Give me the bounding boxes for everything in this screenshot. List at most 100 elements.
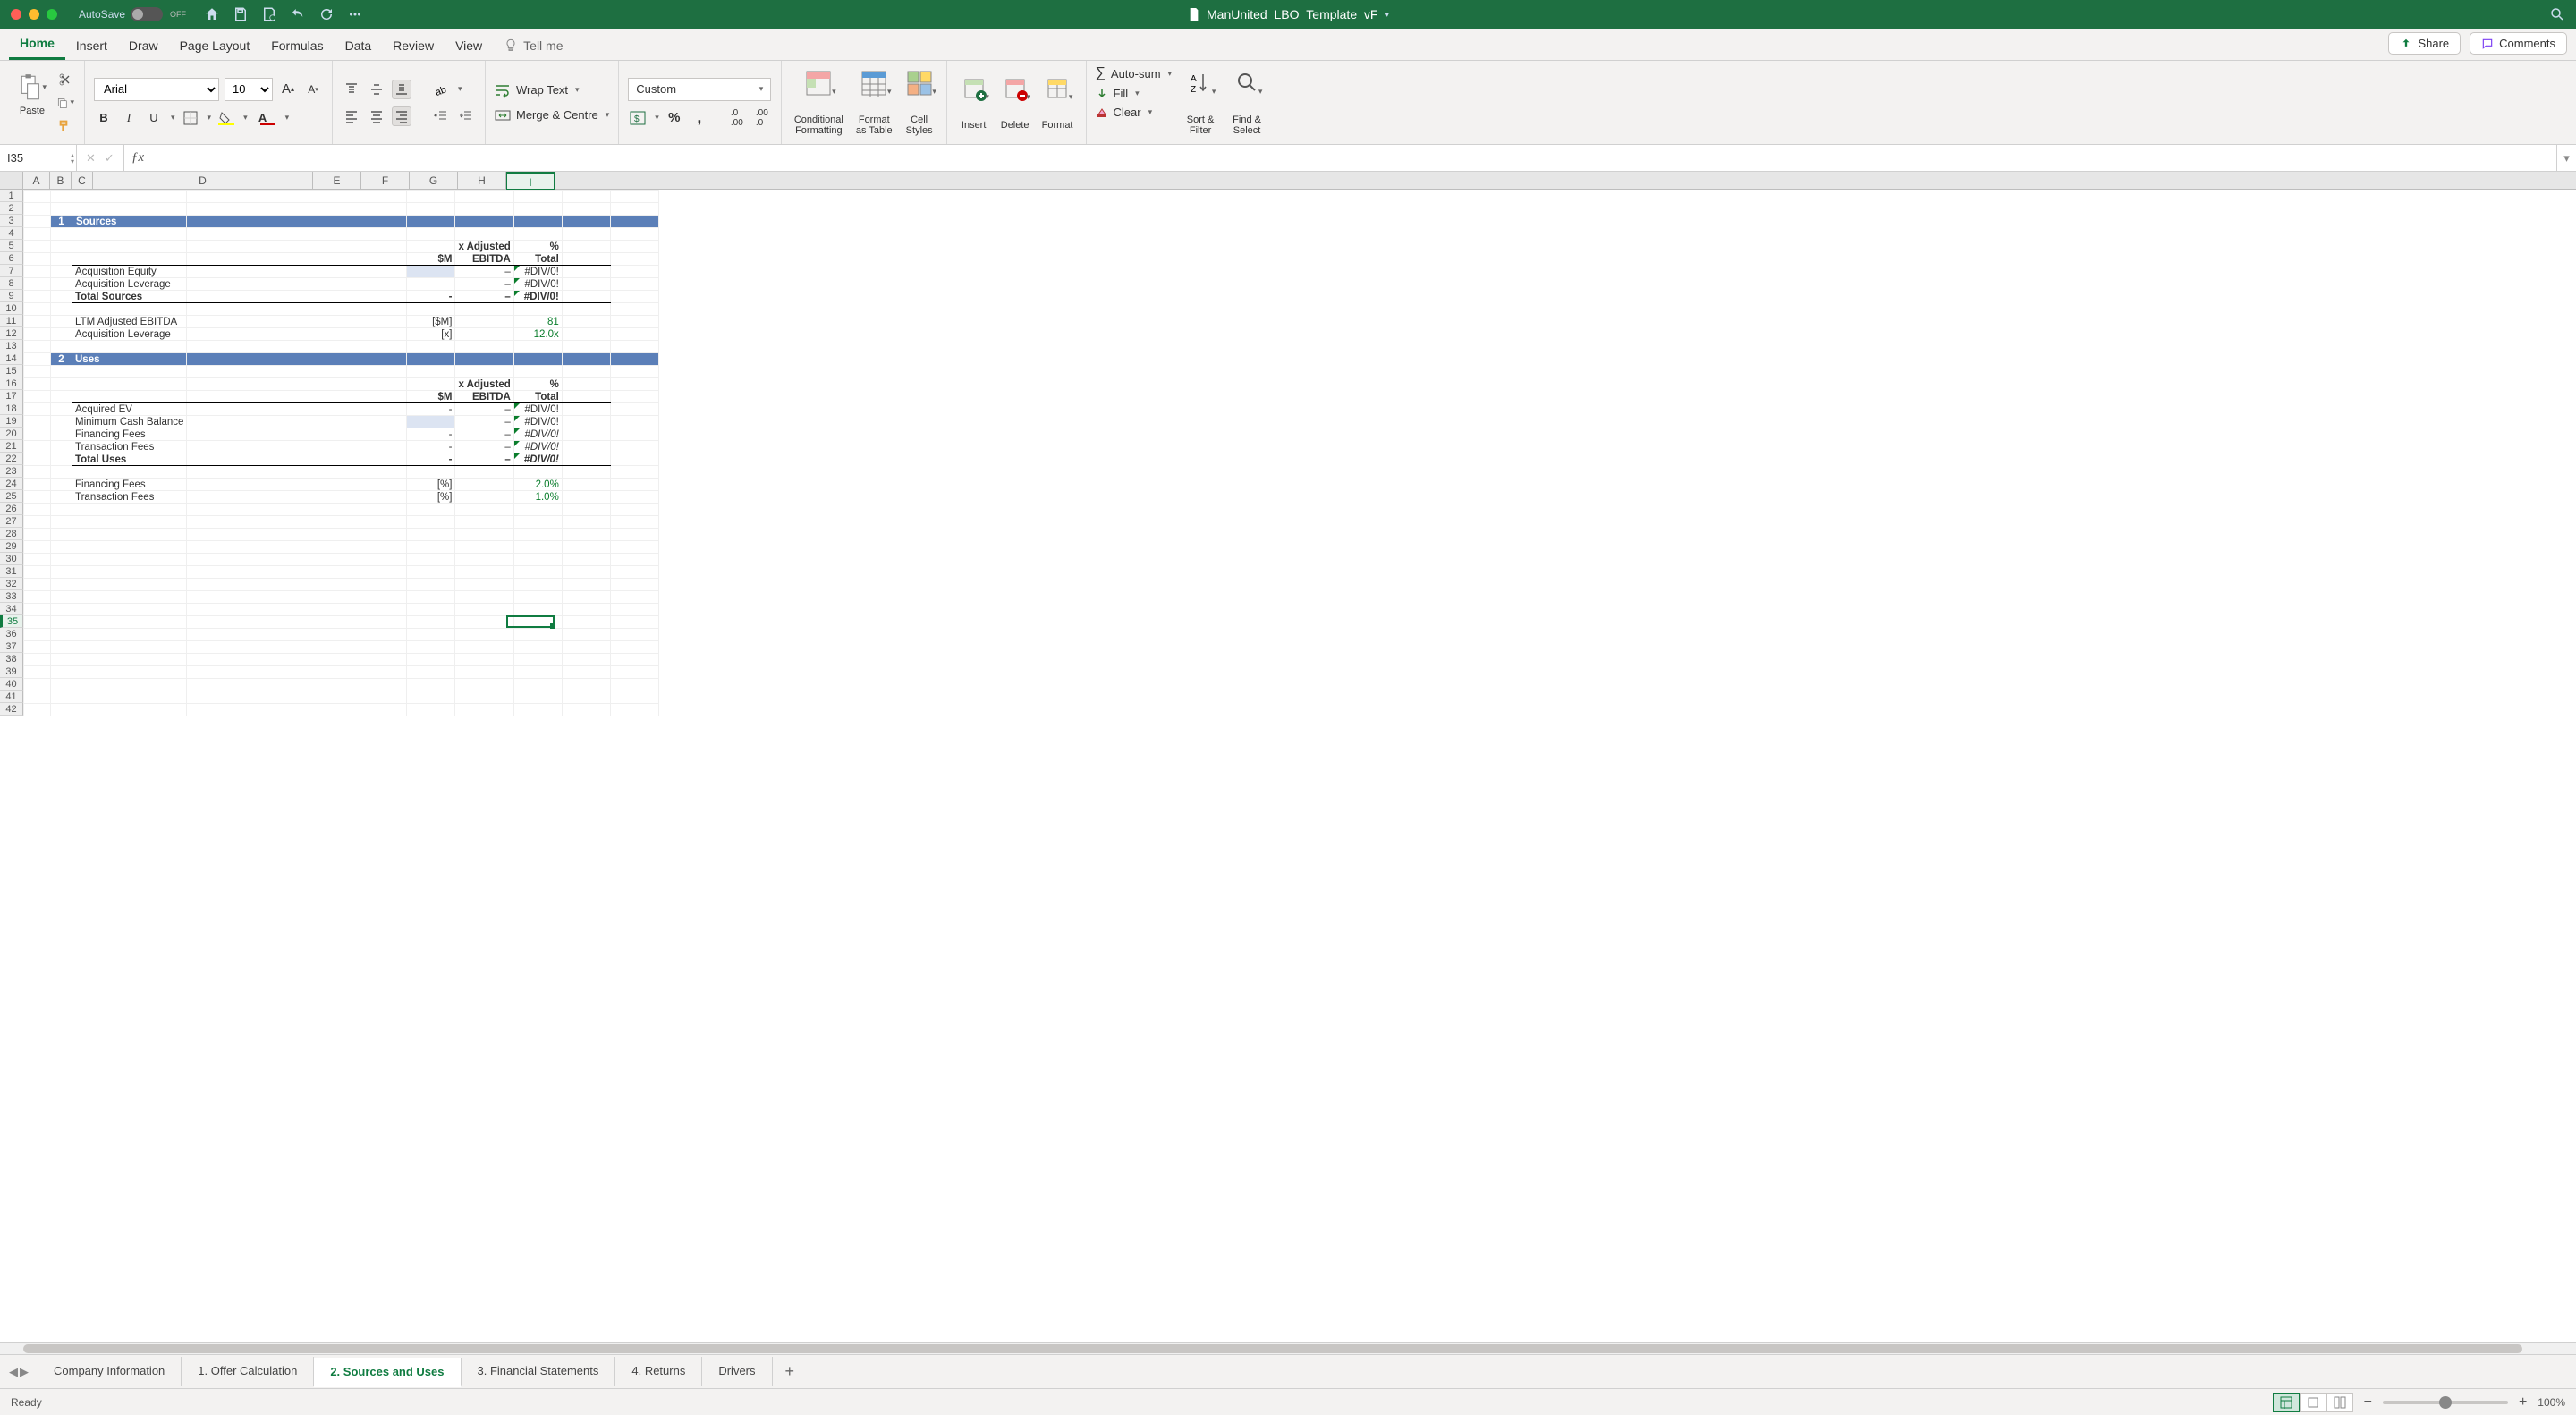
cell[interactable] — [24, 666, 51, 679]
col-header-F[interactable]: F — [361, 172, 410, 189]
cell[interactable] — [51, 403, 72, 416]
cell[interactable] — [187, 529, 407, 541]
cell[interactable] — [187, 191, 407, 203]
cell[interactable] — [562, 216, 610, 228]
cell[interactable] — [562, 704, 610, 716]
cell[interactable] — [72, 679, 187, 691]
row-header-19[interactable]: 19 — [0, 415, 23, 428]
cell[interactable] — [513, 191, 562, 203]
cell[interactable] — [455, 566, 513, 579]
cell[interactable]: - — [407, 453, 455, 466]
cell[interactable] — [24, 491, 51, 504]
italic-button[interactable]: I — [119, 108, 139, 128]
cell[interactable] — [513, 591, 562, 604]
cell[interactable] — [407, 416, 455, 428]
cell[interactable]: – — [455, 441, 513, 453]
cell[interactable] — [610, 353, 658, 366]
share-button[interactable]: Share — [2388, 32, 2461, 55]
cell[interactable] — [187, 466, 407, 479]
cell[interactable] — [407, 366, 455, 378]
cell[interactable]: #DIV/0! — [513, 453, 562, 466]
cell[interactable] — [610, 378, 658, 391]
row-header-26[interactable]: 26 — [0, 503, 23, 515]
cell[interactable] — [407, 341, 455, 353]
cell[interactable] — [187, 253, 407, 266]
cell[interactable] — [51, 466, 72, 479]
cell[interactable] — [562, 466, 610, 479]
cell[interactable] — [51, 504, 72, 516]
cell[interactable] — [24, 391, 51, 403]
cell[interactable] — [72, 378, 187, 391]
cell[interactable] — [513, 654, 562, 666]
name-box-spinner[interactable]: ▴▾ — [71, 152, 74, 165]
tab-draw[interactable]: Draw — [118, 31, 169, 60]
number-format-select[interactable]: Custom ▾ — [628, 78, 771, 101]
cell[interactable] — [562, 278, 610, 291]
cell[interactable] — [562, 541, 610, 554]
cell[interactable] — [72, 516, 187, 529]
cell[interactable] — [513, 529, 562, 541]
cell[interactable]: #DIV/0! — [513, 266, 562, 278]
cell[interactable] — [51, 378, 72, 391]
cell[interactable] — [187, 591, 407, 604]
cell[interactable] — [562, 328, 610, 341]
cell[interactable] — [24, 353, 51, 366]
cell[interactable] — [24, 629, 51, 641]
cell[interactable] — [51, 516, 72, 529]
cell[interactable] — [610, 216, 658, 228]
align-middle-icon[interactable] — [367, 80, 386, 99]
cell[interactable] — [513, 554, 562, 566]
cell[interactable]: Total Sources — [72, 291, 187, 303]
cell[interactable] — [610, 529, 658, 541]
cell[interactable] — [51, 303, 72, 316]
cell[interactable] — [187, 491, 407, 504]
cell[interactable] — [610, 428, 658, 441]
cell[interactable] — [513, 203, 562, 216]
cell[interactable] — [187, 241, 407, 253]
row-header-42[interactable]: 42 — [0, 703, 23, 716]
cell[interactable] — [562, 241, 610, 253]
cell[interactable] — [187, 704, 407, 716]
cell[interactable] — [455, 303, 513, 316]
cell[interactable] — [51, 491, 72, 504]
cell-styles-button[interactable]: ▾ Cell Styles — [902, 65, 937, 140]
orientation-icon[interactable]: ab — [431, 80, 451, 99]
cell[interactable] — [455, 216, 513, 228]
cell[interactable] — [72, 604, 187, 616]
autosum-button[interactable]: ∑Auto-sum▾ — [1096, 65, 1173, 81]
cell[interactable] — [407, 541, 455, 554]
cell[interactable] — [455, 629, 513, 641]
cell[interactable] — [187, 278, 407, 291]
cell[interactable] — [455, 604, 513, 616]
cell[interactable] — [562, 228, 610, 241]
cell[interactable]: Transaction Fees — [72, 441, 187, 453]
cell[interactable] — [610, 604, 658, 616]
cell[interactable] — [610, 266, 658, 278]
cell[interactable] — [51, 416, 72, 428]
cell[interactable] — [610, 566, 658, 579]
cell[interactable] — [513, 616, 562, 629]
cell[interactable]: 81 — [513, 316, 562, 328]
formula-input[interactable] — [151, 145, 2556, 171]
cell[interactable] — [24, 566, 51, 579]
cell[interactable]: 2.0% — [513, 479, 562, 491]
row-header-21[interactable]: 21 — [0, 440, 23, 453]
cell[interactable]: – — [455, 278, 513, 291]
cell[interactable] — [407, 378, 455, 391]
find-select-button[interactable]: ▾ Find & Select — [1229, 65, 1265, 140]
cell[interactable] — [610, 516, 658, 529]
cell[interactable] — [610, 591, 658, 604]
more-icon[interactable] — [347, 6, 363, 22]
cell[interactable]: – — [455, 291, 513, 303]
document-title[interactable]: ManUnited_LBO_Template_vF ▾ — [1187, 7, 1389, 21]
cell[interactable]: – — [455, 416, 513, 428]
row-header-14[interactable]: 14 — [0, 352, 23, 365]
cell[interactable] — [24, 641, 51, 654]
cell[interactable] — [407, 666, 455, 679]
sheet-tab-0[interactable]: Company Information — [38, 1357, 182, 1386]
cell[interactable] — [51, 691, 72, 704]
cell[interactable] — [24, 341, 51, 353]
cell[interactable]: [x] — [407, 328, 455, 341]
cell[interactable] — [187, 629, 407, 641]
cell[interactable] — [187, 216, 407, 228]
